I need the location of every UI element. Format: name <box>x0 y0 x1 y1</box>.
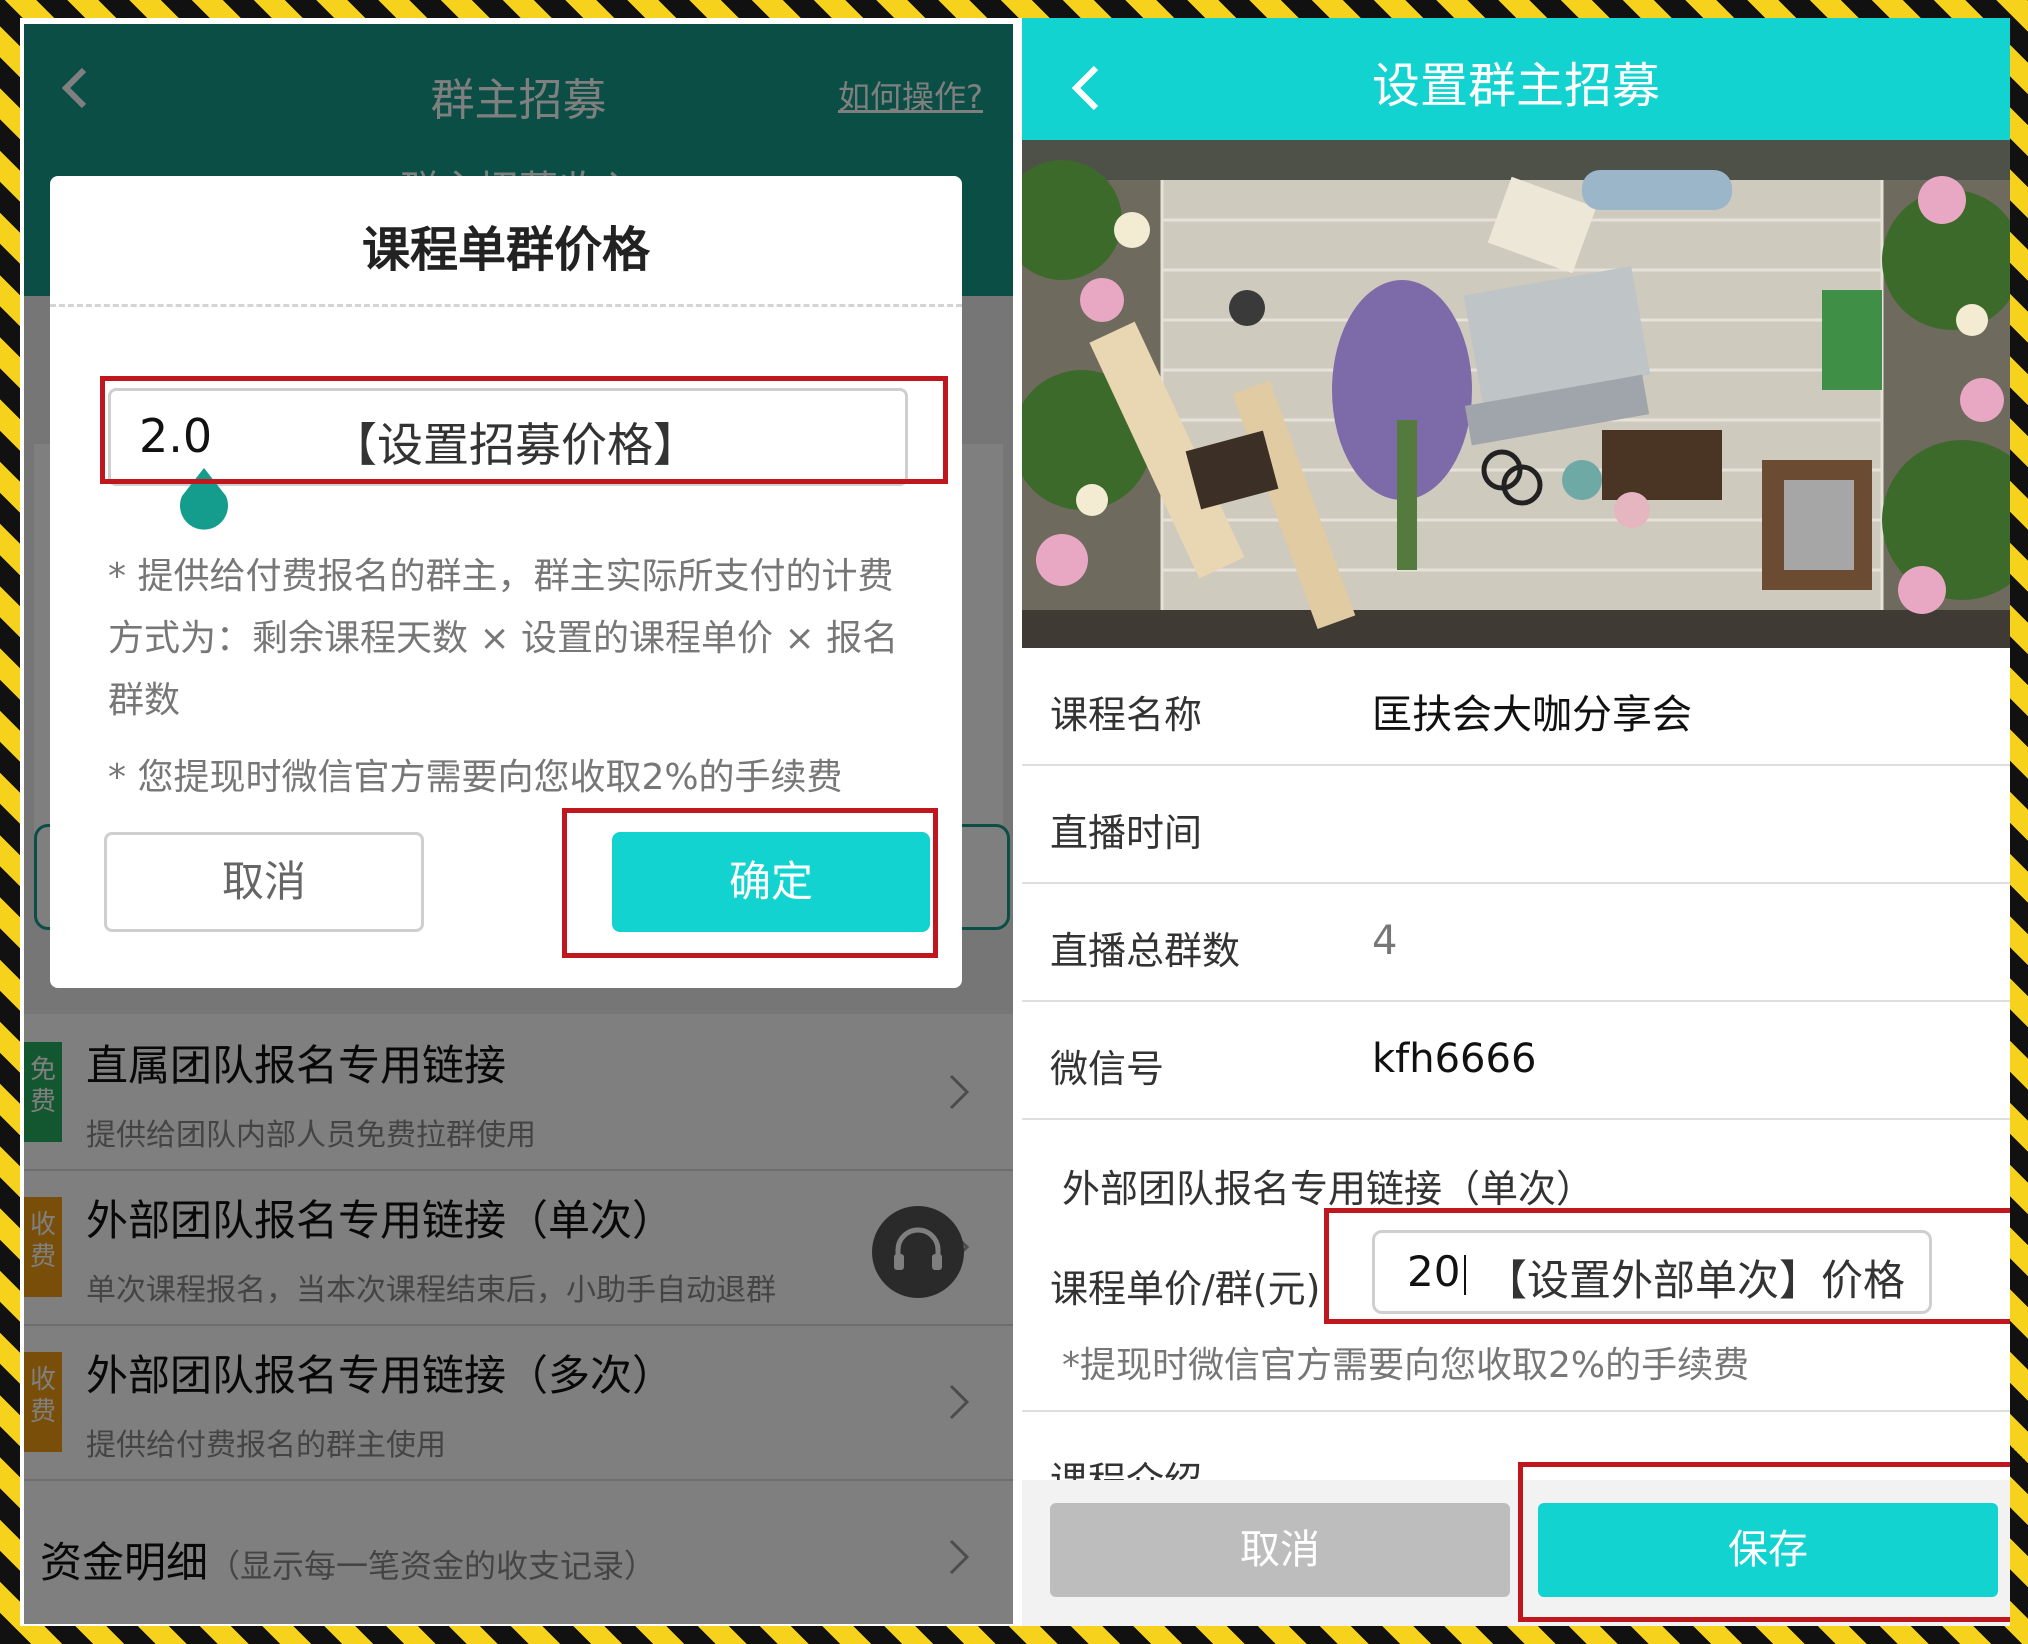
total-groups-value: 4 <box>1372 918 1398 964</box>
course-name-value: 匡扶会大咖分享会 <box>1372 692 1692 738</box>
dialog-title: 课程单群价格 <box>361 222 650 278</box>
total-groups-row: 直播总群数 4 <box>1022 884 2010 1002</box>
live-time-row[interactable]: 直播时间 <box>1022 766 2010 884</box>
fee-note: * 您提现时微信官方需要向您收取2%的手续费 <box>108 757 843 798</box>
wechat-id-value: kfh6666 <box>1372 1036 1537 1082</box>
billing-note: * 提供给付费报名的群主，群主实际所支付的计费方式为：剩余课程天数 × 设置的课… <box>108 556 899 721</box>
wechat-id-label: 微信号 <box>1050 1047 1165 1091</box>
unit-price-label: 课程单价/群(元) <box>1050 1267 1321 1311</box>
highlight-box-price-input <box>100 376 948 484</box>
right-screen: 设置群主招募 课程名称 匡扶会大咖分享会 直播时间 直播总群数 4 微信号 kf… <box>1022 18 2010 1626</box>
course-name-label: 课程名称 <box>1050 693 1203 737</box>
total-groups-label: 直播总群数 <box>1050 929 1241 973</box>
highlight-box-unit-price <box>1324 1208 2010 1324</box>
divider <box>1022 1410 2010 1412</box>
left-screen: 群主招募 如何操作? 群主招募收入 免费 直属团队报名专用链接 提供给团队内部人… <box>24 24 1013 1624</box>
page-title: 设置群主招募 <box>1371 58 1660 114</box>
live-time-label: 直播时间 <box>1050 811 1203 855</box>
cancel-button[interactable]: 取消 <box>104 832 424 932</box>
dashed-divider <box>50 304 962 307</box>
highlight-box-confirm <box>562 808 938 958</box>
section-title: 外部团队报名专用链接（单次） <box>1062 1167 1595 1211</box>
wechat-id-row[interactable]: 微信号 kfh6666 <box>1022 1002 2010 1120</box>
course-name-row: 课程名称 匡扶会大咖分享会 <box>1022 648 2010 766</box>
cancel-button[interactable]: 取消 <box>1050 1503 1510 1597</box>
right-header: 设置群主招募 <box>1022 18 2010 140</box>
highlight-box-save <box>1518 1462 2010 1622</box>
course-cover-image <box>1022 140 2010 648</box>
fee-note: *提现时微信官方需要向您收取2%的手续费 <box>1062 1345 1750 1386</box>
